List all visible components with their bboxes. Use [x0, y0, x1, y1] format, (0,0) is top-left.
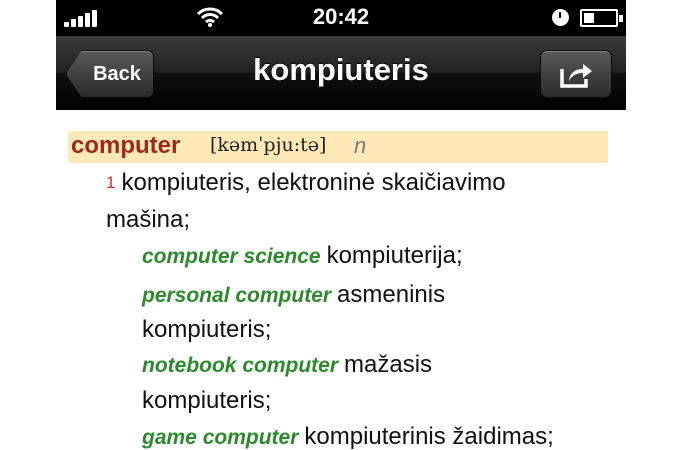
part-of-speech: n: [354, 133, 367, 158]
example-translation: mažasis: [344, 351, 433, 378]
screenshot-stage: 20:42 Back kompiuteris computer [kəmˈpju…: [0, 0, 676, 450]
headword: computer: [71, 132, 181, 159]
share-button[interactable]: [540, 50, 612, 98]
clock-icon: [552, 9, 569, 26]
example-translation: kompiuterinis žaidimas;: [304, 423, 554, 450]
status-bar: 20:42: [56, 0, 626, 36]
sense-number: 1: [106, 173, 116, 192]
pronunciation: [kəmˈpju:tə]: [210, 134, 327, 156]
example-phrase[interactable]: personal computer: [142, 284, 331, 307]
example-continuation: kompiuteris;: [142, 316, 272, 343]
example-translation: asmeninis: [337, 281, 446, 308]
example-phrase[interactable]: computer science: [142, 245, 321, 268]
battery-icon: [580, 9, 623, 27]
share-icon: [560, 64, 592, 88]
example-continuation: kompiuteris;: [142, 387, 272, 414]
example-phrase[interactable]: game computer: [142, 426, 298, 449]
definition-text: kompiuteris, elektroninė skaičiavimo: [121, 169, 506, 196]
status-time: 20:42: [312, 4, 370, 29]
example-line: game computer kompiuterinis žaidimas;: [142, 423, 554, 450]
example-translation: kompiuterija;: [326, 242, 463, 269]
navigation-bar: Back kompiuteris: [56, 36, 626, 110]
example-line: computer science kompiuterija;: [142, 242, 463, 270]
phone-screen: 20:42 Back kompiuteris computer [kəmˈpju…: [56, 0, 626, 450]
dictionary-entry: computer [kəmˈpju:tə] n 1 kompiuteris, el…: [56, 111, 626, 450]
page-title: kompiuteris: [253, 52, 429, 87]
definition-line: mašina;: [106, 206, 191, 233]
example-line: notebook computer mažasis: [142, 351, 432, 379]
example-phrase[interactable]: notebook computer: [142, 354, 338, 377]
definition-line: 1 kompiuteris, elektroninė skaičiavimo: [106, 169, 506, 197]
headword-row: computer [kəmˈpju:tə] n: [68, 131, 608, 163]
back-button[interactable]: Back: [66, 50, 154, 98]
example-line: personal computer asmeninis: [142, 281, 445, 309]
